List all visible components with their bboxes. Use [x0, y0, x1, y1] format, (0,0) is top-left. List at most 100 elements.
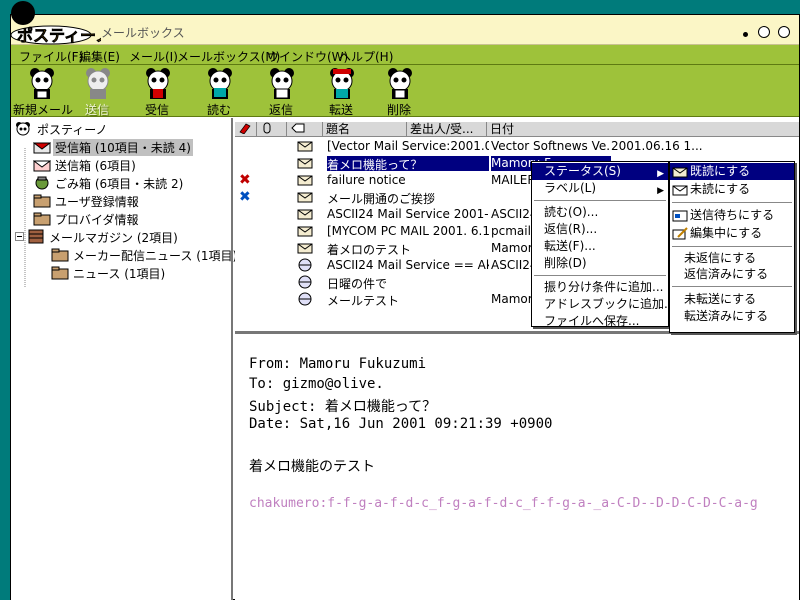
- tree-label: ポスティーノ: [37, 123, 108, 137]
- column-date[interactable]: 日付: [487, 122, 799, 137]
- folder-icon: [33, 212, 51, 226]
- ctx-label-label: ラベル(L): [544, 181, 597, 195]
- row-subject: メール開通のご挨拶: [327, 192, 436, 205]
- message-preview[interactable]: From: Mamoru Fukuzumi To: gizmo@olive. S…: [235, 338, 799, 600]
- mailbox-tree: ポスティーノ 受信箱 (10項目・未読 4) 送信箱 (6項目) ごみ箱 (6項…: [11, 118, 237, 600]
- table-row[interactable]: [Vector Mail Service:2001.06... Vector S…: [235, 138, 799, 155]
- collapse-minus-icon[interactable]: [15, 229, 25, 244]
- envelope-read-icon: [297, 243, 313, 254]
- ctx-reply[interactable]: 返信(R)...: [532, 221, 597, 238]
- sub-editing[interactable]: 編集中にする: [670, 225, 794, 242]
- tree-label: ユーザ登録情報: [55, 195, 139, 209]
- red-x-flag-icon: ✖: [239, 172, 251, 188]
- ctx-add-addressbook[interactable]: アドレスブックに追加...: [532, 296, 675, 313]
- panda-forward-icon: [330, 68, 354, 99]
- row-sender: Vector Softnews Ve...: [491, 139, 611, 153]
- delete-label: 削除: [386, 103, 411, 117]
- menu-divider: [534, 275, 666, 276]
- sub-forwarded[interactable]: 転送済みにする: [670, 308, 794, 325]
- tree-label: 送信箱 (6項目): [55, 159, 136, 173]
- column-sender[interactable]: 差出人/受...: [407, 122, 487, 137]
- column-label-flag[interactable]: [235, 122, 257, 137]
- inbox-folder-icon: [33, 142, 51, 154]
- menubar: ファイル(F) 編集(E) メール(I) メールボックス(M) ウインドウ(W)…: [11, 45, 799, 65]
- forward-label: 転送: [328, 103, 353, 117]
- panda-receive-icon: [146, 68, 170, 99]
- receive-button[interactable]: 受信: [129, 67, 185, 117]
- postino-logo-icon: ポスティーノ: [10, 1, 101, 45]
- row-date: 2001.06.16 1...: [611, 139, 703, 153]
- tree-label: ごみ箱 (6項目・未読 2): [55, 177, 184, 191]
- sub-mark-read-label: 既読にする: [690, 164, 751, 178]
- row-subject: [MYCOM PC MAIL 2001. 6.16...: [327, 224, 489, 238]
- minimize-dot-icon[interactable]: [743, 32, 748, 37]
- sub-unforwarded[interactable]: 未転送にする: [670, 291, 794, 308]
- ctx-add-filter[interactable]: 振り分け条件に追加...: [532, 279, 663, 296]
- new-mail-button[interactable]: 新規メール: [13, 67, 73, 117]
- tree-lines: [24, 148, 26, 288]
- tree-label: ニュース (1項目): [73, 267, 166, 281]
- sub-mark-unread[interactable]: 未読にする: [670, 181, 794, 198]
- sub-replied-label: 返信済みにする: [684, 267, 769, 281]
- preview-body: 着メロ機能のテスト: [249, 459, 375, 475]
- blue-x-flag-icon: ✖: [239, 189, 251, 205]
- panda-icon: [16, 122, 30, 136]
- row-subject: 日曜の件で: [327, 277, 388, 290]
- forward-button[interactable]: 転送: [313, 67, 369, 117]
- sub-mark-read[interactable]: 既読にする: [670, 163, 794, 180]
- menu-divider: [534, 200, 666, 201]
- panda-delete-icon: [388, 68, 412, 99]
- status-tag-icon: [291, 123, 305, 133]
- menu-file[interactable]: ファイル(F): [19, 48, 83, 65]
- send-button[interactable]: 送信: [69, 67, 125, 117]
- preview-melody: chakumero:f-f-g-a-f-d-c_f-g-a-f-d-c_f-f-…: [249, 496, 758, 511]
- read-button[interactable]: 読む: [191, 67, 247, 117]
- ctx-label[interactable]: ラベル(L) ▶: [532, 180, 668, 197]
- row-subject: メールテスト: [327, 294, 400, 307]
- panda-reply-icon: [270, 68, 294, 99]
- ctx-status-label: ステータス(S): [544, 164, 621, 178]
- title-bar[interactable]: ポスティーノ メールボックス: [10, 1, 799, 45]
- zoom-button[interactable]: [758, 26, 770, 38]
- menu-help[interactable]: ヘルプ(H): [339, 48, 393, 65]
- tree-label: プロバイダ情報: [55, 213, 139, 227]
- column-status[interactable]: [287, 122, 323, 137]
- close-button[interactable]: [778, 26, 790, 38]
- ctx-delete[interactable]: 削除(D): [532, 255, 587, 272]
- reply-label: 返信: [268, 103, 293, 117]
- status-submenu: 既読にする 未読にする 送信待ちにする 編集中にする 未返信にする 返信済みにす…: [669, 161, 795, 333]
- envelope-read-icon: [297, 175, 313, 186]
- row-subject: [Vector Mail Service:2001.06...: [327, 139, 489, 153]
- column-attachment[interactable]: [257, 122, 287, 137]
- ctx-save-to-file[interactable]: ファイルへ保存...: [532, 313, 639, 328]
- column-subject[interactable]: 題名: [323, 122, 407, 137]
- menu-window[interactable]: ウインドウ(W): [267, 48, 348, 65]
- outbox-folder-icon: [33, 160, 51, 172]
- sub-forwarded-label: 転送済みにする: [684, 309, 769, 323]
- receive-label: 受信: [144, 103, 169, 117]
- envelope-globe-icon: [298, 258, 312, 272]
- sub-queue-send-label: 送信待ちにする: [690, 208, 775, 222]
- menu-mail[interactable]: メール(I): [129, 48, 178, 65]
- ctx-status[interactable]: ステータス(S) ▶: [532, 163, 668, 180]
- tree-label: 受信箱 (10項目・未読 4): [53, 139, 193, 156]
- sub-replied[interactable]: 返信済みにする: [670, 266, 794, 283]
- sub-queue-send[interactable]: 送信待ちにする: [670, 207, 794, 224]
- list-header: 題名 差出人/受... 日付: [235, 122, 799, 137]
- queue-icon: [672, 210, 688, 222]
- menu-edit[interactable]: 編集(E): [79, 48, 120, 65]
- ctx-read[interactable]: 読む(O)...: [532, 204, 598, 221]
- tree-label: メールマガジン (2項目): [49, 231, 178, 245]
- envelope-read-icon: [297, 192, 313, 203]
- row-subject: ASCII24 Mail Service 2001-0...: [327, 207, 489, 221]
- menu-divider: [672, 286, 792, 287]
- trash-can-icon: [35, 176, 49, 190]
- delete-button[interactable]: 削除: [371, 67, 427, 117]
- ctx-forward[interactable]: 転送(F)...: [532, 238, 596, 255]
- reply-button[interactable]: 返信: [253, 67, 309, 117]
- preview-date: Date: Sat,16 Jun 2001 09:21:39 +0900: [249, 416, 553, 432]
- cabinet-icon: [28, 229, 44, 244]
- menu-mailbox[interactable]: メールボックス(M): [177, 48, 280, 65]
- preview-subject: Subject: 着メロ機能って？: [249, 399, 437, 415]
- sub-unreplied[interactable]: 未返信にする: [670, 250, 794, 267]
